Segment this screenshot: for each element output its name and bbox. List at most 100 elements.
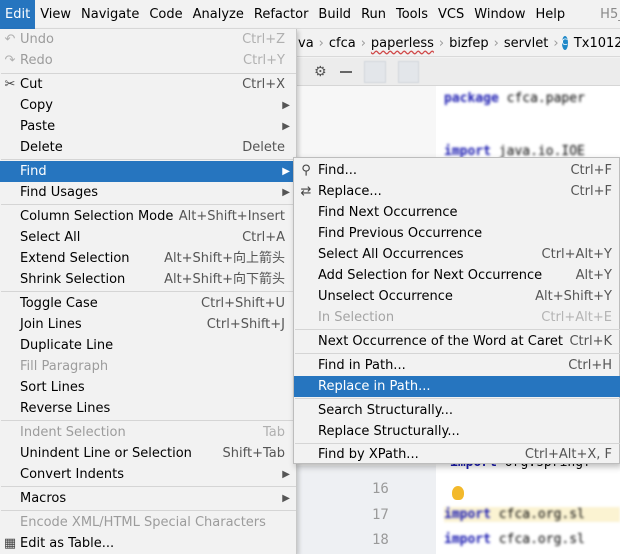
table-icon: ▦ <box>3 536 17 551</box>
gear-icon[interactable]: ⚙ <box>314 65 328 79</box>
menu-item-redo[interactable]: ↷ Redo Ctrl+Y <box>0 50 296 71</box>
menu-item-fill-paragraph[interactable]: Fill Paragraph <box>0 356 296 377</box>
editor-tab[interactable] <box>364 60 386 83</box>
menu-help[interactable]: Help <box>531 0 571 29</box>
menu-divider <box>1 510 296 511</box>
breadcrumb-separator: › <box>553 35 559 51</box>
menu-item-sort-lines[interactable]: Sort Lines <box>0 377 296 398</box>
menu-item-add-selection-next[interactable]: Add Selection for Next Occurrence Alt+Y <box>294 265 620 286</box>
menu-tools[interactable]: Tools <box>391 0 433 29</box>
menu-item-next-word-occurrence[interactable]: Next Occurrence of the Word at Caret Ctr… <box>294 331 620 352</box>
menu-item-unindent[interactable]: Unindent Line or Selection Shift+Tab <box>0 443 296 464</box>
menu-vcs[interactable]: VCS <box>433 0 469 29</box>
breadcrumb-separator: › <box>318 35 324 51</box>
menu-item-delete[interactable]: Delete Delete <box>0 137 296 158</box>
undo-icon: ↶ <box>4 32 16 47</box>
menu-analyze[interactable]: Analyze <box>188 0 249 29</box>
menu-item-shrink-selection[interactable]: Shrink Selection Alt+Shift+向下箭头 <box>0 269 296 290</box>
code-line: package cfca.paper <box>444 91 585 106</box>
menu-divider <box>1 291 296 292</box>
menu-item-select-all-occurrences[interactable]: Select All Occurrences Ctrl+Alt+Y <box>294 244 620 265</box>
menu-item-find[interactable]: Find ▶ <box>0 161 296 182</box>
menu-item-find-in-path[interactable]: Find in Path... Ctrl+H <box>294 355 620 376</box>
code-line: import cfca.org.sl <box>444 507 620 522</box>
menu-item-copy[interactable]: Copy ▶ <box>0 95 296 116</box>
menu-build[interactable]: Build <box>313 0 356 29</box>
menu-item-unselect-occurrence[interactable]: Unselect Occurrence Alt+Shift+Y <box>294 286 620 307</box>
menu-edit[interactable]: Edit <box>0 0 36 29</box>
menu-divider <box>1 204 296 205</box>
menu-navigate[interactable]: Navigate <box>76 0 144 29</box>
minimize-icon[interactable] <box>340 70 352 73</box>
menu-item-join-lines[interactable]: Join Lines Ctrl+Shift+J <box>0 314 296 335</box>
breadcrumb-item[interactable]: paperless <box>369 36 436 51</box>
menu-item-convert-indents[interactable]: Convert Indents ▶ <box>0 464 296 485</box>
menu-item-toggle-case[interactable]: Toggle Case Ctrl+Shift+U <box>0 293 296 314</box>
find-submenu: ⚲ Find... Ctrl+F ⇄ Replace... Ctrl+F Fin… <box>293 157 620 464</box>
menu-item-find-by-xpath[interactable]: Find by XPath... Ctrl+Alt+X, F <box>294 444 620 465</box>
breadcrumb-separator: › <box>438 35 445 51</box>
menu-item-column-selection-mode[interactable]: Column Selection Mode Alt+Shift+Insert <box>0 206 296 227</box>
lightbulb-icon[interactable] <box>452 486 464 500</box>
submenu-arrow-icon: ▶ <box>282 493 290 504</box>
menu-view[interactable]: View <box>35 0 76 29</box>
menu-code[interactable]: Code <box>144 0 187 29</box>
line-number: 16 <box>372 481 389 497</box>
submenu-arrow-icon: ▶ <box>282 469 290 480</box>
menu-refactor[interactable]: Refactor <box>249 0 314 29</box>
breadcrumb-item[interactable]: va <box>296 36 316 51</box>
submenu-arrow-icon: ▶ <box>282 187 290 198</box>
menu-item-search-structurally[interactable]: Search Structurally... <box>294 400 620 421</box>
search-icon: ⚲ <box>301 163 311 178</box>
breadcrumb-separator: › <box>360 35 366 51</box>
menu-item-paste[interactable]: Paste ▶ <box>0 116 296 137</box>
menu-item-find-next[interactable]: Find Next Occurrence <box>294 202 620 223</box>
breadcrumb: va › cfca › paperless › bizfep › servlet › CT… <box>296 30 620 57</box>
redo-icon: ↷ <box>4 53 16 68</box>
breadcrumb-item[interactable]: bizfep <box>447 36 491 51</box>
breadcrumb-item[interactable]: cfca <box>327 36 358 51</box>
menu-item-extend-selection[interactable]: Extend Selection Alt+Shift+向上箭头 <box>0 248 296 269</box>
menu-item-edit-as-table[interactable]: ▦ Edit as Table... <box>0 533 296 554</box>
menu-divider <box>1 420 296 421</box>
class-icon: C <box>561 36 568 50</box>
menu-item-macros[interactable]: Macros ▶ <box>0 488 296 509</box>
menu-item-replace-in-path[interactable]: Replace in Path... <box>294 376 620 397</box>
submenu-arrow-icon: ▶ <box>282 121 290 132</box>
code-line: import cfca.org.sl <box>444 532 585 547</box>
menu-item-reverse-lines[interactable]: Reverse Lines <box>0 398 296 419</box>
menu-run[interactable]: Run <box>356 0 391 29</box>
menu-item-indent-selection[interactable]: Indent Selection Tab <box>0 422 296 443</box>
menu-divider <box>295 329 620 330</box>
editor-tab[interactable] <box>397 60 419 83</box>
menu-item-encode-xml[interactable]: Encode XML/HTML Special Characters <box>0 512 296 533</box>
menu-divider <box>1 486 296 487</box>
tool-window-header: ⚙ <box>296 58 620 86</box>
menu-divider <box>295 353 620 354</box>
submenu-arrow-icon: ▶ <box>282 166 290 177</box>
project-title: H5_人脸 <box>600 6 620 22</box>
menu-item-duplicate-line[interactable]: Duplicate Line <box>0 335 296 356</box>
menu-bar: Edit View Navigate Code Analyze Refactor… <box>0 0 620 29</box>
menu-window[interactable]: Window <box>469 0 530 29</box>
menu-item-replace-structurally[interactable]: Replace Structurally... <box>294 421 620 442</box>
line-number: 18 <box>372 532 389 548</box>
replace-icon: ⇄ <box>300 184 312 199</box>
menu-item-cut[interactable]: ✂ Cut Ctrl+X <box>0 74 296 95</box>
menu-item-replace[interactable]: ⇄ Replace... Ctrl+F <box>294 181 620 202</box>
breadcrumb-item[interactable]: Tx1012 <box>572 36 620 51</box>
scissors-icon: ✂ <box>4 77 16 92</box>
menu-item-find-dialog[interactable]: ⚲ Find... Ctrl+F <box>294 160 620 181</box>
menu-item-in-selection[interactable]: In Selection Ctrl+Alt+E <box>294 307 620 328</box>
submenu-arrow-icon: ▶ <box>282 100 290 111</box>
menu-item-undo[interactable]: ↶ Undo Ctrl+Z <box>0 29 296 50</box>
menu-item-find-usages[interactable]: Find Usages ▶ <box>0 182 296 203</box>
line-number: 17 <box>372 507 389 523</box>
breadcrumb-separator: › <box>493 35 499 51</box>
menu-item-select-all[interactable]: Select All Ctrl+A <box>0 227 296 248</box>
edit-menu: ↶ Undo Ctrl+Z ↷ Redo Ctrl+Y ✂ Cut Ctrl+X… <box>0 29 297 554</box>
breadcrumb-item[interactable]: servlet <box>502 36 551 51</box>
menu-divider <box>295 398 620 399</box>
menu-item-find-previous[interactable]: Find Previous Occurrence <box>294 223 620 244</box>
menu-divider <box>1 159 296 160</box>
